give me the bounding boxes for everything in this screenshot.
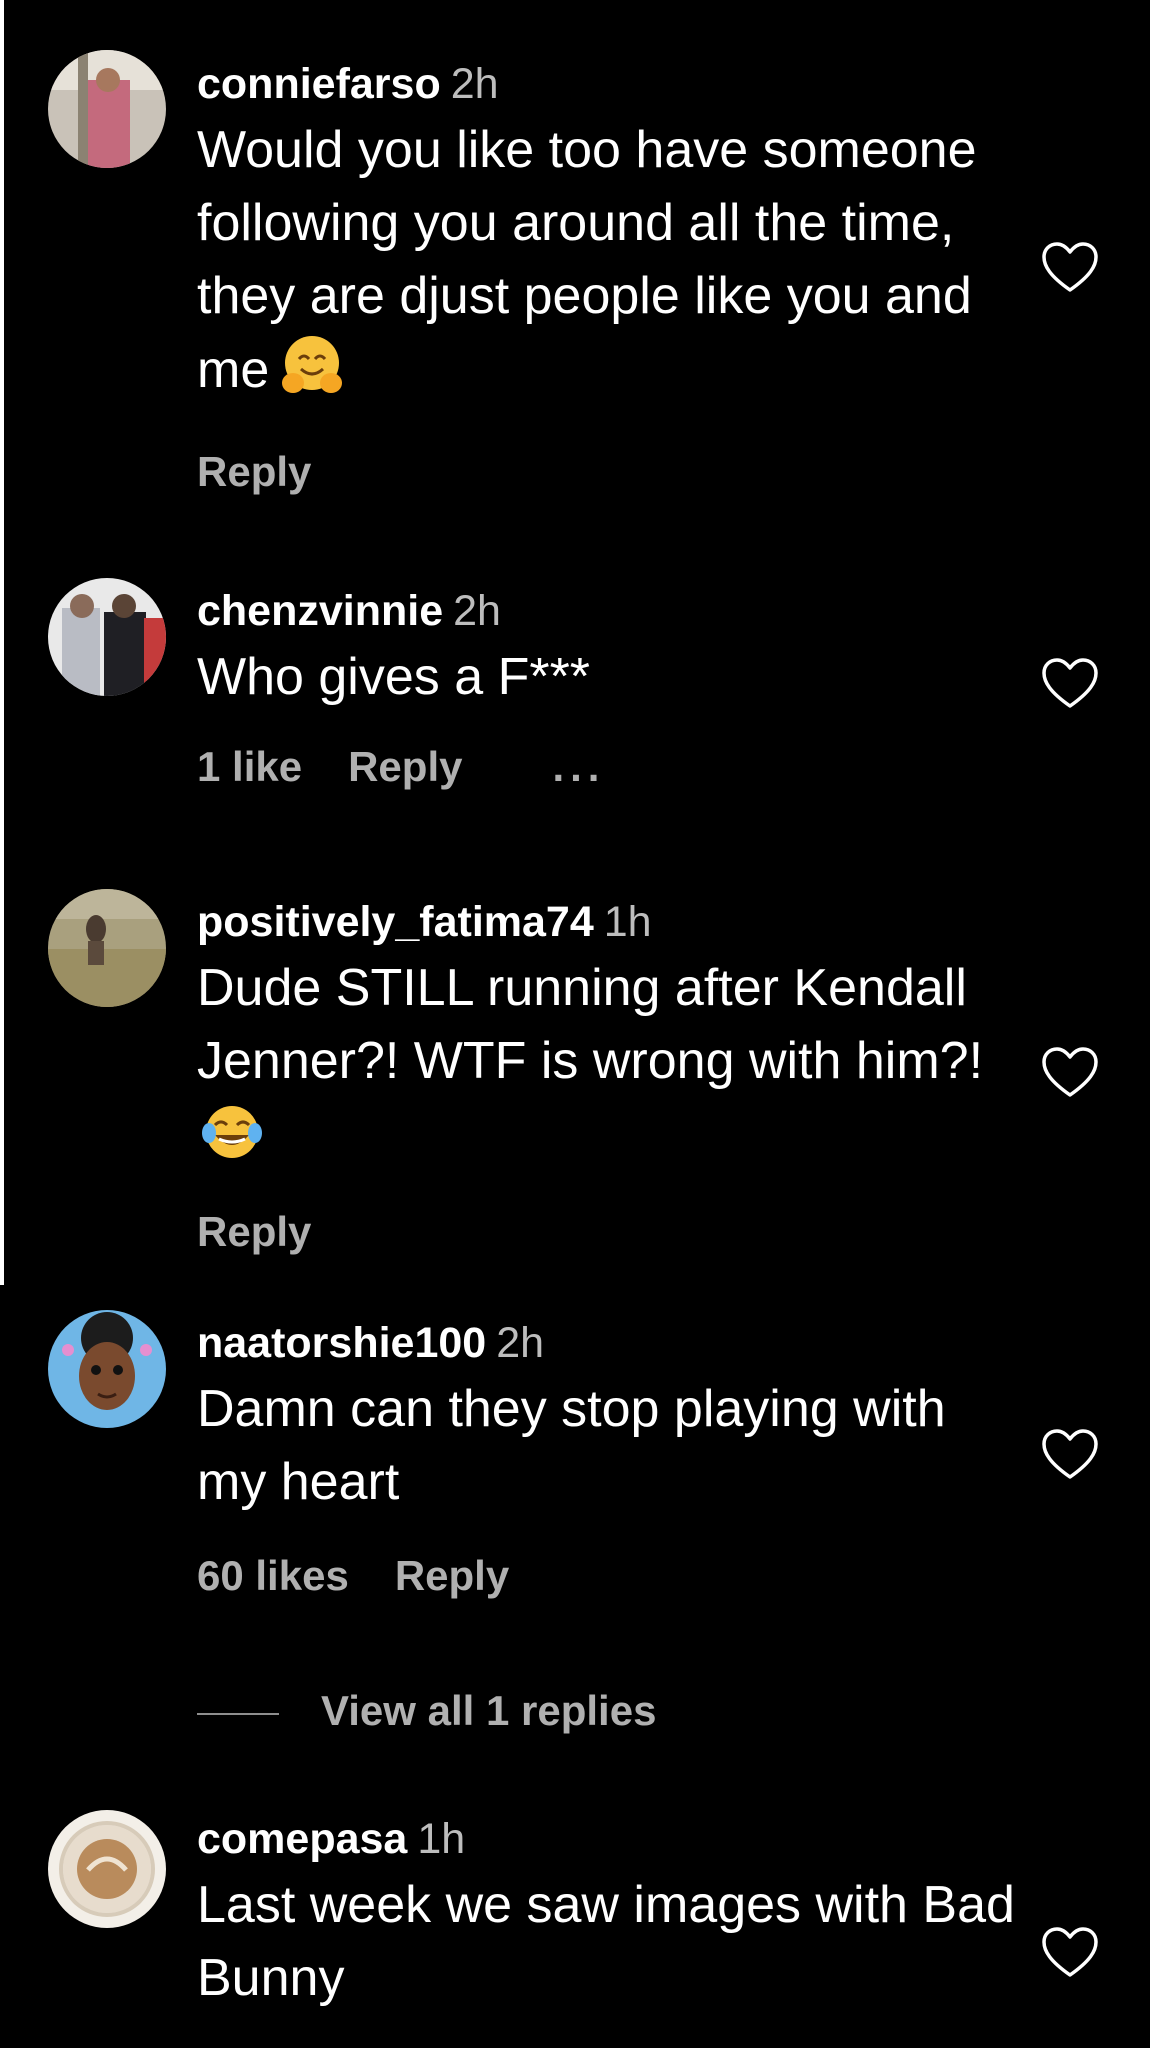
heart-outline-icon[interactable] — [1040, 656, 1100, 710]
comment-actions: Reply — [197, 447, 1037, 497]
heart-outline-icon[interactable] — [1040, 1427, 1100, 1481]
reply-button[interactable]: Reply — [197, 447, 311, 497]
avatar[interactable] — [48, 889, 166, 1007]
comment-body: Damn can they stop playing with my heart — [197, 1380, 946, 1511]
comment-meta: positively_fatima74 1h — [197, 896, 1037, 952]
username[interactable]: conniefarso — [197, 60, 441, 108]
view-replies-button[interactable]: View all 1 replies — [197, 1683, 656, 1739]
likes-count[interactable]: 60 likes — [197, 1551, 349, 1601]
comment-text: Last week we saw images with Bad Bunny — [197, 1869, 1037, 2015]
comment-body: Who gives a F*** — [197, 648, 591, 706]
heart-outline-icon[interactable] — [1040, 240, 1100, 294]
avatar[interactable] — [48, 578, 166, 696]
tears-of-joy-emoji-icon — [201, 1101, 263, 1163]
replies-divider-line — [197, 1712, 279, 1715]
avatar[interactable] — [48, 50, 166, 168]
reply-button[interactable]: Reply — [395, 1551, 509, 1601]
timestamp: 1h — [417, 1815, 466, 1863]
heart-outline-icon[interactable] — [1040, 1925, 1100, 1979]
hugging-face-emoji-icon — [279, 333, 345, 399]
avatar[interactable] — [48, 1810, 166, 1928]
comment-actions: 1 like Reply... — [197, 742, 1037, 792]
reply-button[interactable]: Reply — [197, 1207, 311, 1257]
comment-text: Who gives a F*** — [197, 641, 1037, 714]
comment-body: Dude STILL running after Kendall Jenner?… — [197, 959, 984, 1090]
comment-meta: chenzvinnie 2h — [197, 585, 1037, 641]
comment-meta: conniefarso 2h — [197, 58, 1037, 114]
username[interactable]: chenzvinnie — [197, 587, 443, 635]
username[interactable]: positively_fatima74 — [197, 898, 594, 946]
username[interactable]: naatorshie100 — [197, 1319, 486, 1367]
timestamp: 2h — [496, 1319, 545, 1367]
comment-text: Dude STILL running after Kendall Jenner?… — [197, 952, 1017, 1171]
more-options-button[interactable]: ... — [552, 742, 605, 792]
timestamp: 2h — [450, 60, 499, 108]
likes-count[interactable]: 1 like — [197, 742, 302, 792]
username[interactable]: comepasa — [197, 1815, 407, 1863]
timestamp: 2h — [453, 587, 501, 635]
comment-body: Last week we saw images with Bad Bunny — [197, 1876, 1015, 2007]
comment-meta: naatorshie100 2h — [197, 1317, 1037, 1373]
comment-text: Would you like too have someone followin… — [197, 114, 1037, 407]
comment-actions: 60 likes Reply — [197, 1551, 1037, 1601]
view-replies-label[interactable]: View all 1 replies — [321, 1687, 656, 1734]
timestamp: 1h — [603, 898, 652, 946]
avatar[interactable] — [48, 1310, 166, 1428]
comment-actions: Reply — [197, 1207, 1037, 1257]
reply-button[interactable]: Reply — [348, 742, 462, 792]
comment-meta: comepasa 1h — [197, 1813, 1037, 1869]
left-edge-divider — [0, 0, 4, 1285]
heart-outline-icon[interactable] — [1040, 1045, 1100, 1099]
comment-text: Damn can they stop playing with my heart — [197, 1373, 977, 1519]
